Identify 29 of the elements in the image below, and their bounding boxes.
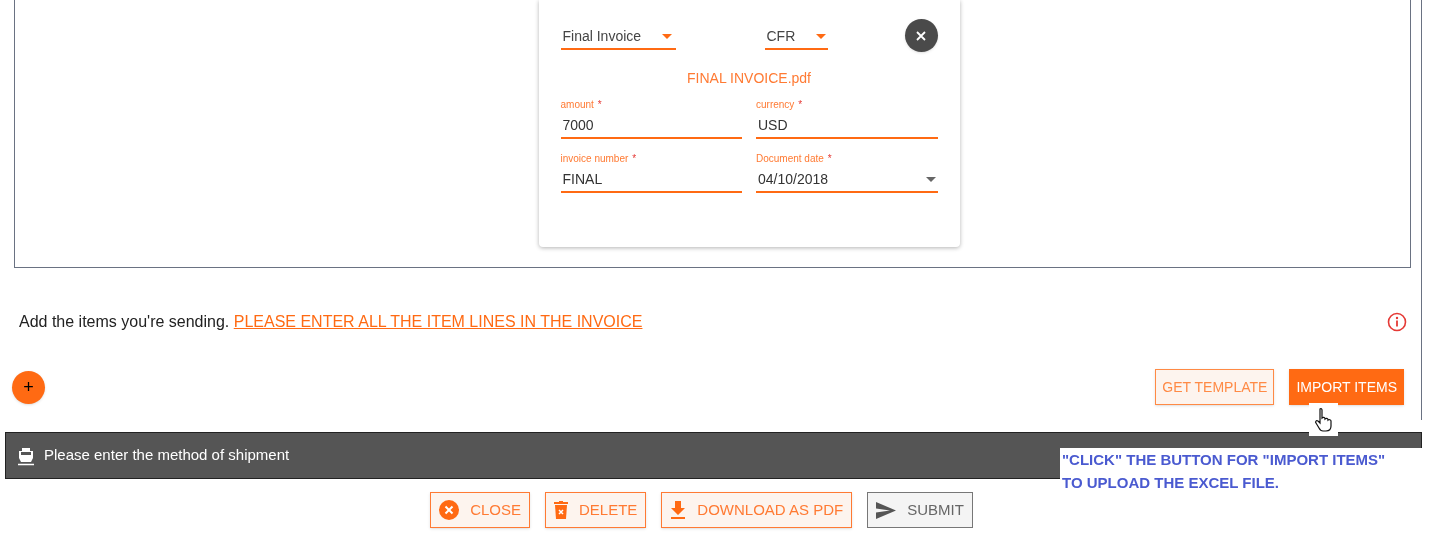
field-label: invoice number	[560, 152, 629, 165]
trash-icon	[554, 501, 568, 519]
caret-icon	[815, 33, 826, 39]
close-circle-icon	[439, 500, 460, 520]
caret-icon	[661, 33, 672, 39]
input-field[interactable]: FINAL	[560, 167, 742, 193]
date-select[interactable]: 04/10/2018	[756, 167, 938, 193]
hand-cursor-icon	[1313, 406, 1334, 433]
required-mark: *	[798, 98, 803, 111]
close-icon	[916, 30, 926, 41]
ship-icon	[16, 445, 36, 466]
close-button[interactable]	[904, 19, 938, 52]
field-label: currency	[756, 98, 795, 111]
send-icon	[876, 501, 897, 519]
download-icon	[670, 501, 687, 519]
input-field[interactable]: 7000	[560, 113, 742, 139]
field-label: amount	[560, 98, 594, 111]
required-mark: *	[632, 152, 637, 165]
shipment-title: Please enter the method of shipment	[44, 445, 290, 466]
items-instruction: Add the items you're sending. PLEASE ENTER ALL THE ITEM LINES IN THE INVOICE	[19, 312, 643, 332]
required-mark: *	[597, 98, 602, 111]
add-button[interactable]: +	[12, 370, 45, 404]
required-mark: *	[827, 152, 832, 165]
field-label: Document date	[756, 152, 824, 165]
info-icon[interactable]	[1387, 312, 1407, 332]
caret-icon	[925, 176, 936, 182]
dropdown[interactable]: CFR	[764, 24, 828, 50]
dropdown[interactable]: Final Invoice	[560, 24, 676, 50]
input-field[interactable]: USD	[756, 113, 938, 139]
